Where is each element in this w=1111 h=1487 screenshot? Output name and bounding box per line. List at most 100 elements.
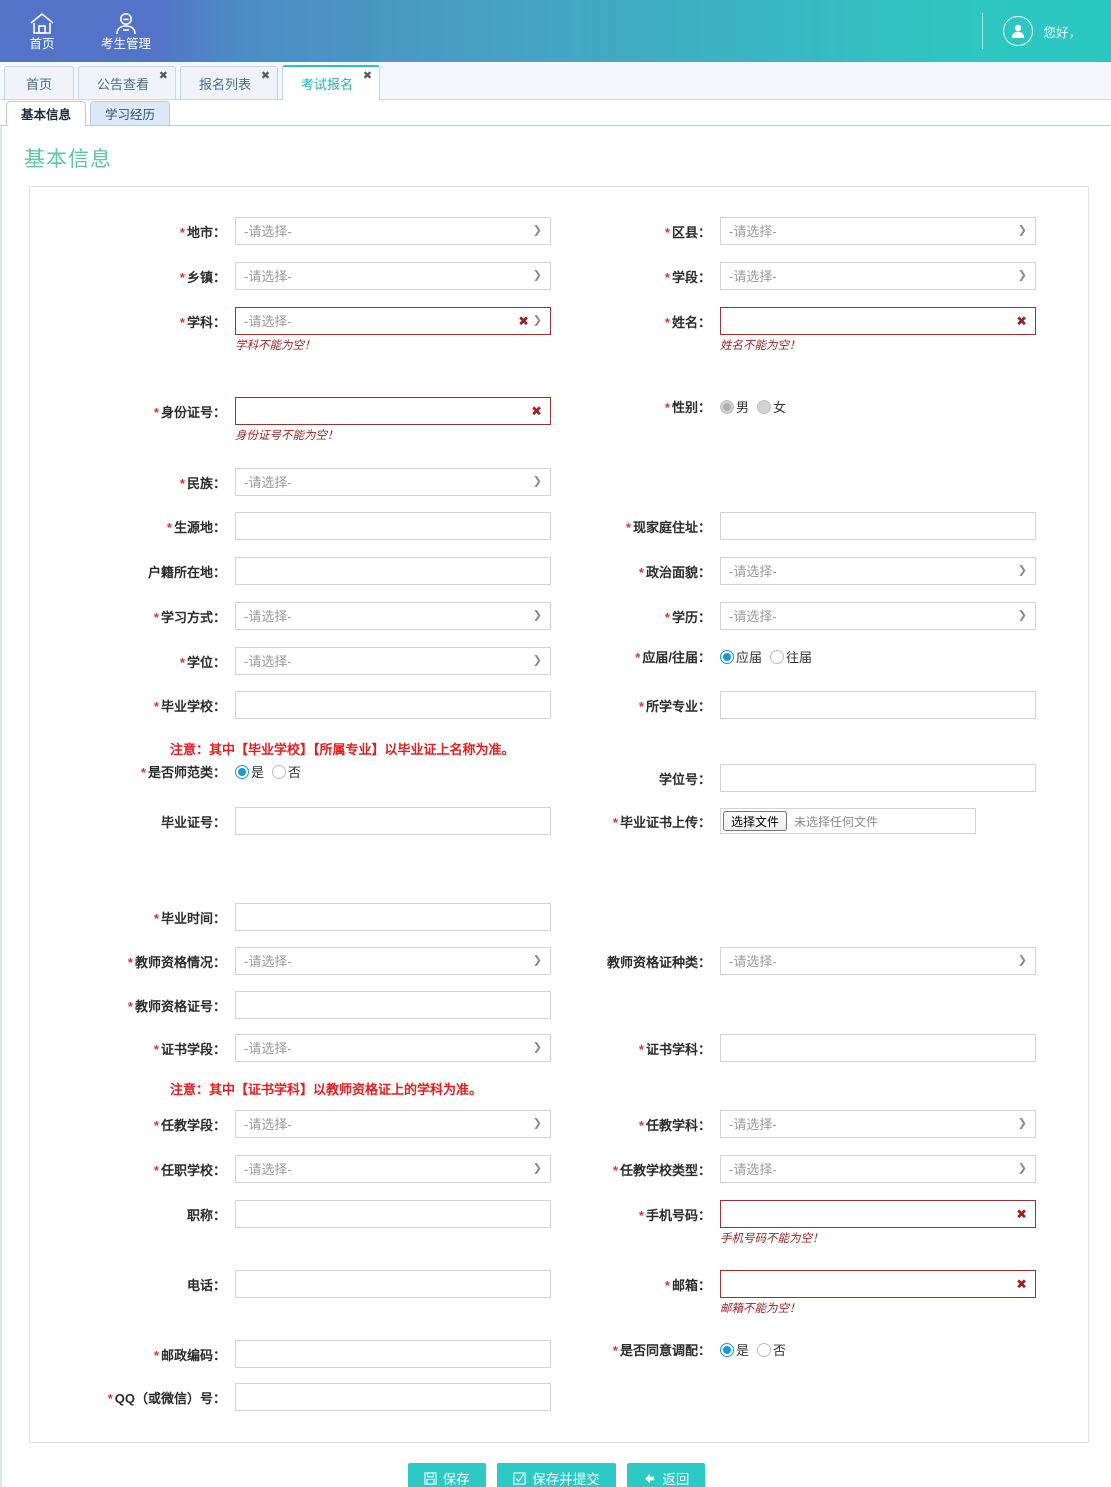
radio-icon bbox=[235, 764, 249, 779]
checkbox-check-icon bbox=[513, 1471, 526, 1485]
home-address-input[interactable] bbox=[720, 512, 1036, 540]
field-qq-label: * QQ（或微信）号： bbox=[107, 1390, 226, 1406]
field-grad-school-label: * 毕业学校： bbox=[153, 698, 226, 714]
major-input[interactable] bbox=[720, 691, 1036, 719]
school-type-select[interactable]: -请选择- bbox=[720, 1155, 1036, 1183]
close-icon[interactable]: ✖ bbox=[159, 71, 168, 82]
nav-item-home-label: 首页 bbox=[29, 37, 55, 52]
nav-item-candidate-management[interactable]: 考生管理 bbox=[84, 0, 168, 62]
back-button[interactable]: 返回 bbox=[627, 1463, 706, 1487]
field-name: * 姓名： ✖ 姓名不能为空！ bbox=[570, 307, 1036, 352]
field-school-type-label: * 任教学校类型： bbox=[612, 1162, 711, 1178]
grad-school-input[interactable] bbox=[235, 691, 551, 719]
is-normal-option-no[interactable]: 否 bbox=[272, 762, 301, 781]
graduate-type-radio-group: 应届 往届 bbox=[720, 647, 818, 666]
graduate-type-option-current[interactable]: 应届 bbox=[720, 647, 762, 666]
field-grad-school: * 毕业学校： bbox=[85, 691, 551, 719]
stage-select[interactable]: -请选择- bbox=[720, 262, 1036, 290]
field-political-control: -请选择- ❯ bbox=[720, 557, 1036, 585]
diploma-no-input[interactable] bbox=[235, 807, 551, 835]
close-icon[interactable]: ✖ bbox=[261, 71, 270, 82]
top-header-bar: 首页 考生管理 您好， bbox=[0, 0, 1111, 62]
choose-file-button[interactable]: 选择文件 bbox=[723, 811, 788, 831]
field-subject: * 学科： -请选择- ✖ ❯ 学科不能为空！ bbox=[85, 307, 551, 352]
qq-input[interactable] bbox=[235, 1383, 551, 1411]
degree-no-input[interactable] bbox=[720, 764, 1036, 792]
field-degree-label: * 学位： bbox=[179, 654, 226, 670]
teach-stage-select[interactable]: -请选择- bbox=[235, 1110, 551, 1138]
field-name-control: ✖ 姓名不能为空！ bbox=[720, 307, 1036, 352]
field-home-address: * 现家庭住址： bbox=[570, 512, 1036, 540]
field-tq-cert-type-label: 教师资格证种类： bbox=[606, 954, 711, 970]
tq-cert-no-input[interactable] bbox=[235, 991, 551, 1019]
close-icon[interactable]: ✖ bbox=[363, 71, 372, 82]
field-nation: * 民族： -请选择- ❯ bbox=[85, 468, 551, 496]
agree-adjust-option-no[interactable]: 否 bbox=[757, 1340, 786, 1359]
field-is-normal-control: 是 否 bbox=[235, 762, 307, 781]
field-degree-control: -请选择- ❯ bbox=[235, 647, 551, 675]
household-input[interactable] bbox=[235, 557, 551, 585]
graduate-type-option-previous[interactable]: 往届 bbox=[770, 647, 812, 666]
field-idcard: * 身份证号： ✖ 身份证号不能为空！ bbox=[85, 397, 551, 442]
form-grid: * 地市： -请选择- ❯ * 区县： -请选择- ❯ * 乡镇： -请选择- ❯ bbox=[30, 203, 1088, 1411]
radio-icon bbox=[720, 649, 734, 664]
tq-status-select[interactable]: -请选择- bbox=[235, 947, 551, 975]
field-cert-subject: * 证书学科： bbox=[570, 1034, 1036, 1062]
agree-adjust-option-yes[interactable]: 是 bbox=[720, 1340, 749, 1359]
tq-cert-type-select[interactable]: -请选择- bbox=[720, 947, 1036, 975]
file-input[interactable]: 选择文件 未选择任何文件 bbox=[720, 808, 976, 834]
gender-option-male[interactable]: 男 bbox=[720, 397, 749, 416]
cert-stage-select[interactable]: -请选择- bbox=[235, 1034, 551, 1062]
field-tq-status-label: * 教师资格情况： bbox=[127, 954, 226, 970]
political-select[interactable]: -请选择- bbox=[720, 557, 1036, 585]
field-origin: * 生源地： bbox=[85, 512, 551, 540]
save-button[interactable]: 保存 bbox=[407, 1463, 486, 1487]
study-mode-select[interactable]: -请选择- bbox=[235, 602, 551, 630]
save-submit-button[interactable]: 保存并提交 bbox=[497, 1463, 616, 1487]
tab-registration-list[interactable]: 报名列表 ✖ bbox=[180, 66, 279, 99]
is-normal-option-yes[interactable]: 是 bbox=[235, 762, 264, 781]
phone-input[interactable] bbox=[235, 1270, 551, 1298]
mobile-input[interactable] bbox=[720, 1200, 1036, 1228]
field-gender: * 性别： 男 女 bbox=[570, 397, 792, 416]
township-select[interactable]: -请选择- bbox=[235, 262, 551, 290]
tab-home[interactable]: 首页 bbox=[4, 66, 74, 99]
field-major-control bbox=[720, 691, 1036, 719]
grad-time-input[interactable] bbox=[235, 903, 551, 931]
field-gender-label: * 性别： bbox=[664, 400, 711, 415]
degree-select[interactable]: -请选择- bbox=[235, 647, 551, 675]
subtab-basic-info[interactable]: 基本信息 bbox=[6, 101, 87, 126]
education-select[interactable]: -请选择- bbox=[720, 602, 1036, 630]
is-normal-option-no-label: 否 bbox=[288, 765, 302, 780]
city-select[interactable]: -请选择- bbox=[235, 217, 551, 245]
tab-announcements-label: 公告查看 bbox=[97, 76, 150, 92]
user-avatar-icon[interactable] bbox=[1003, 16, 1034, 46]
subtab-study-experience[interactable]: 学习经历 bbox=[90, 101, 171, 125]
field-teach-subject-control: -请选择- ❯ bbox=[720, 1110, 1036, 1138]
teach-subject-select[interactable]: -请选择- bbox=[720, 1110, 1036, 1138]
idcard-input[interactable] bbox=[235, 397, 551, 425]
name-input[interactable] bbox=[720, 307, 1036, 335]
origin-input[interactable] bbox=[235, 512, 551, 540]
field-mobile-label: * 手机号码： bbox=[638, 1207, 711, 1223]
radio-icon bbox=[757, 1342, 772, 1357]
field-nation-label: * 民族： bbox=[179, 475, 226, 491]
field-origin-label: * 生源地： bbox=[166, 519, 226, 535]
tab-announcements[interactable]: 公告查看 ✖ bbox=[78, 66, 177, 99]
subject-select[interactable]: -请选择- bbox=[235, 307, 551, 335]
field-graduate-type: * 应届/往届： 应届 往届 bbox=[570, 647, 818, 666]
gender-option-female[interactable]: 女 bbox=[757, 397, 786, 416]
tab-exam-registration[interactable]: 考试报名 ✖ bbox=[282, 65, 381, 100]
radio-icon bbox=[272, 764, 287, 779]
postcode-input[interactable] bbox=[235, 1340, 551, 1368]
field-teach-stage-control: -请选择- ❯ bbox=[235, 1110, 551, 1138]
district-select[interactable]: -请选择- bbox=[720, 217, 1036, 245]
primary-nav: 首页 考生管理 bbox=[0, 0, 168, 62]
nav-item-home[interactable]: 首页 bbox=[0, 0, 84, 62]
work-school-select[interactable]: -请选择- bbox=[235, 1155, 551, 1183]
nation-select[interactable]: -请选择- bbox=[235, 468, 551, 496]
title-rank-input[interactable] bbox=[235, 1200, 551, 1228]
cert-subject-input[interactable] bbox=[720, 1034, 1036, 1062]
radio-icon bbox=[757, 399, 772, 414]
email-input[interactable] bbox=[720, 1270, 1036, 1298]
